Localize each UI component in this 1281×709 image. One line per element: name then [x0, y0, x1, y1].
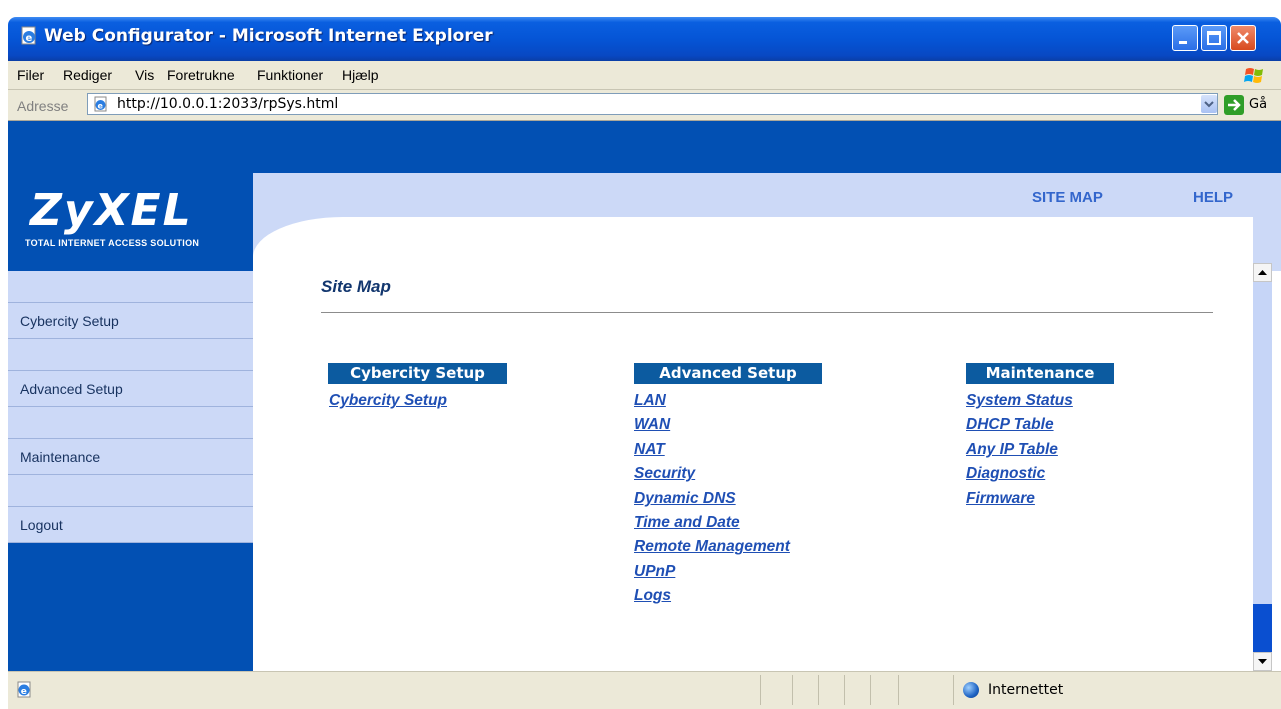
sidebar-spacer — [8, 339, 253, 371]
column-links-maintenance: System Status DHCP Table Any IP Table Di… — [966, 389, 1073, 511]
link-dynamic-dns[interactable]: Dynamic DNS — [634, 487, 790, 511]
column-heading-advanced-setup: Advanced Setup — [634, 363, 822, 384]
page-title: Site Map — [321, 277, 391, 296]
column-heading-cybercity-setup: Cybercity Setup — [328, 363, 507, 384]
scroll-thumb[interactable] — [1253, 604, 1272, 652]
sidebar-item-advanced-setup[interactable]: Advanced Setup — [8, 371, 253, 407]
minimize-icon — [1179, 41, 1187, 44]
menu-vis[interactable]: Vis — [135, 67, 154, 83]
sidebar-item-maintenance[interactable]: Maintenance — [8, 439, 253, 475]
minimize-button[interactable] — [1172, 25, 1198, 51]
link-wan[interactable]: WAN — [634, 413, 790, 437]
link-nat[interactable]: NAT — [634, 438, 790, 462]
scroll-track[interactable] — [1253, 282, 1272, 604]
sidebar: Cybercity Setup Advanced Setup Maintenan… — [8, 271, 253, 671]
link-time-and-date[interactable]: Time and Date — [634, 511, 790, 535]
status-divider — [818, 675, 819, 705]
sidebar-spacer — [8, 475, 253, 507]
link-diagnostic[interactable]: Diagnostic — [966, 462, 1073, 486]
page-content: ZyXEL TOTAL INTERNET ACCESS SOLUTION SIT… — [8, 121, 1281, 671]
go-button[interactable] — [1224, 95, 1244, 115]
security-zone-label: Internettet — [988, 682, 1064, 698]
column-links-advanced-setup: LAN WAN NAT Security Dynamic DNS Time an… — [634, 389, 790, 609]
chevron-down-icon — [1258, 659, 1267, 664]
scroll-up-button[interactable] — [1253, 263, 1272, 282]
globe-icon — [963, 682, 979, 698]
menu-filer[interactable]: Filer — [17, 67, 44, 83]
link-remote-management[interactable]: Remote Management — [634, 535, 790, 559]
link-cybercity-setup[interactable]: Cybercity Setup — [329, 389, 447, 413]
close-button[interactable] — [1230, 25, 1256, 51]
sidebar-spacer — [8, 407, 253, 439]
link-firmware[interactable]: Firmware — [966, 487, 1073, 511]
top-banner — [8, 121, 1281, 173]
logo-tagline: TOTAL INTERNET ACCESS SOLUTION — [25, 238, 200, 248]
site-map-link[interactable]: SITE MAP — [1032, 189, 1103, 206]
menu-funktioner[interactable]: Funktioner — [257, 67, 323, 83]
windows-logo-icon — [1244, 68, 1263, 83]
help-link[interactable]: HELP — [1193, 189, 1233, 206]
title-bar[interactable]: e Web Configurator - Microsoft Internet … — [8, 17, 1281, 61]
window-title: Web Configurator - Microsoft Internet Ex… — [44, 26, 493, 46]
link-dhcp-table[interactable]: DHCP Table — [966, 413, 1073, 437]
close-icon — [1237, 32, 1249, 44]
column-links-cybercity-setup: Cybercity Setup — [329, 389, 447, 413]
sidebar-item-label: Maintenance — [20, 449, 101, 465]
menu-foretrukne[interactable]: Foretrukne — [167, 67, 235, 83]
address-url: http://10.0.0.1:2033/rpSys.html — [117, 96, 339, 112]
scroll-down-button[interactable] — [1253, 652, 1272, 671]
chevron-down-icon — [1204, 101, 1214, 108]
status-divider — [760, 675, 761, 705]
link-upnp[interactable]: UPnP — [634, 560, 790, 584]
link-any-ip-table[interactable]: Any IP Table — [966, 438, 1073, 462]
go-arrow-icon — [1228, 99, 1241, 111]
vertical-scrollbar[interactable] — [1253, 263, 1272, 671]
browser-window: e Web Configurator - Microsoft Internet … — [8, 17, 1281, 709]
svg-text:e: e — [21, 687, 27, 697]
status-divider — [844, 675, 845, 705]
chevron-up-icon — [1258, 270, 1267, 275]
zyxel-logo: ZyXEL — [30, 185, 193, 236]
maximize-button[interactable] — [1201, 25, 1227, 51]
status-divider — [792, 675, 793, 705]
title-divider — [321, 312, 1213, 313]
sidebar-item-cybercity-setup[interactable]: Cybercity Setup — [8, 303, 253, 339]
address-bar: Adresse e http://10.0.0.1:2033/rpSys.htm… — [8, 90, 1281, 121]
address-label: Adresse — [17, 98, 69, 114]
link-system-status[interactable]: System Status — [966, 389, 1073, 413]
go-label[interactable]: Gå — [1249, 97, 1267, 112]
menu-hjaelp[interactable]: Hjælp — [342, 67, 379, 83]
link-security[interactable]: Security — [634, 462, 790, 486]
svg-text:e: e — [98, 102, 104, 111]
ie-page-icon: e — [17, 681, 31, 698]
ie-page-icon: e — [94, 96, 107, 112]
menu-rediger[interactable]: Rediger — [63, 67, 112, 83]
address-input[interactable]: e http://10.0.0.1:2033/rpSys.html — [87, 93, 1218, 115]
status-divider — [898, 675, 899, 705]
sidebar-item-label: Logout — [20, 517, 63, 533]
link-lan[interactable]: LAN — [634, 389, 790, 413]
svg-text:e: e — [26, 33, 33, 44]
link-logs[interactable]: Logs — [634, 584, 790, 608]
sidebar-item-logout[interactable]: Logout — [8, 507, 253, 543]
sidebar-spacer — [8, 271, 253, 303]
status-divider — [953, 675, 954, 705]
column-heading-maintenance: Maintenance — [966, 363, 1114, 384]
sidebar-item-label: Cybercity Setup — [20, 313, 119, 329]
maximize-icon — [1207, 31, 1221, 45]
sidebar-item-label: Advanced Setup — [20, 381, 123, 397]
menu-bar: Filer Rediger Vis Foretrukne Funktioner … — [8, 61, 1281, 90]
address-dropdown-button[interactable] — [1201, 95, 1217, 113]
status-divider — [870, 675, 871, 705]
ie-page-icon: e — [21, 26, 36, 45]
status-bar: e Internettet — [8, 671, 1281, 709]
